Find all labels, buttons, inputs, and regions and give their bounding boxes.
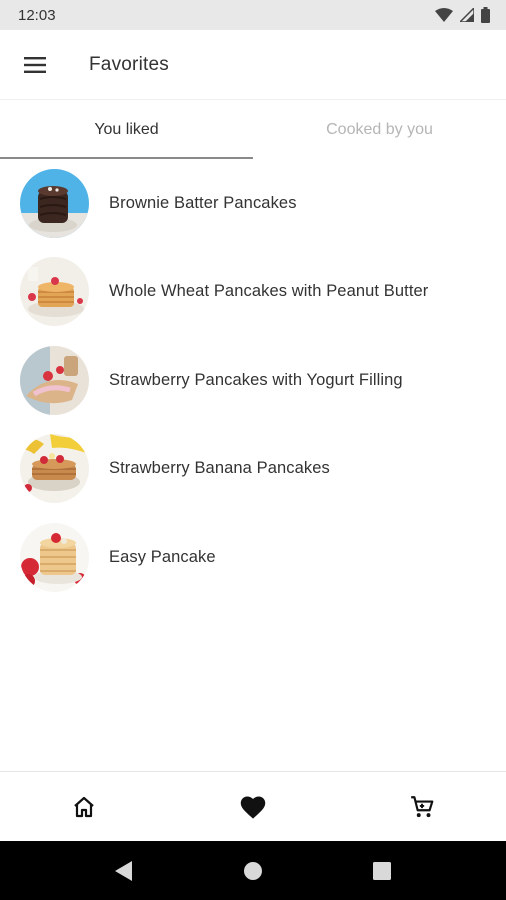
- app-bar: Favorites: [0, 30, 506, 100]
- recipe-thumbnail: [20, 257, 89, 327]
- menu-button[interactable]: [0, 30, 70, 100]
- cart-icon: [410, 795, 434, 817]
- home-icon: [74, 796, 95, 817]
- tab-you-liked[interactable]: You liked: [0, 101, 253, 159]
- favorites-list: Brownie Batter Pancakes Whole Wheat Panc…: [0, 159, 506, 602]
- tab-cooked-by-you[interactable]: Cooked by you: [253, 101, 506, 159]
- home-circle-icon: [243, 861, 262, 880]
- nav-favorites-button[interactable]: [169, 772, 338, 841]
- recents-icon: [372, 861, 391, 880]
- status-bar: 12:03: [0, 0, 506, 30]
- signal-icon: [460, 8, 474, 22]
- page-title: Favorites: [89, 53, 169, 75]
- bottom-navigation: [0, 771, 506, 841]
- list-item[interactable]: Strawberry Banana Pancakes: [0, 425, 506, 514]
- list-item[interactable]: Strawberry Pancakes with Yogurt Filling: [0, 336, 506, 425]
- tab-bar: You liked Cooked by you: [0, 101, 506, 159]
- list-item[interactable]: Brownie Batter Pancakes: [0, 159, 506, 248]
- recipe-name: Easy Pancake: [109, 547, 216, 566]
- nav-cart-button[interactable]: [337, 772, 506, 841]
- system-back-button[interactable]: [94, 841, 154, 900]
- system-recents-button[interactable]: [352, 841, 412, 900]
- recipe-thumbnail: [20, 522, 89, 592]
- recipe-thumbnail: [20, 434, 89, 504]
- system-home-button[interactable]: [223, 841, 283, 900]
- nav-home-button[interactable]: [0, 772, 169, 841]
- recipe-name: Brownie Batter Pancakes: [109, 193, 297, 212]
- recipe-thumbnail: [20, 168, 89, 238]
- status-icons: [435, 7, 490, 23]
- battery-icon: [481, 7, 490, 23]
- list-item[interactable]: Whole Wheat Pancakes with Peanut Butter: [0, 248, 506, 337]
- recipe-thumbnail: [20, 345, 89, 415]
- back-icon: [115, 860, 133, 881]
- hamburger-menu-icon: [24, 56, 46, 73]
- recipe-name: Strawberry Banana Pancakes: [109, 459, 330, 478]
- recipe-name: Strawberry Pancakes with Yogurt Filling: [109, 370, 403, 389]
- list-item[interactable]: Easy Pancake: [0, 513, 506, 602]
- system-navigation-bar: [0, 841, 506, 900]
- recipe-name: Whole Wheat Pancakes with Peanut Butter: [109, 282, 429, 301]
- heart-icon: [240, 796, 266, 819]
- wifi-icon: [435, 8, 453, 22]
- status-time: 12:03: [18, 6, 56, 24]
